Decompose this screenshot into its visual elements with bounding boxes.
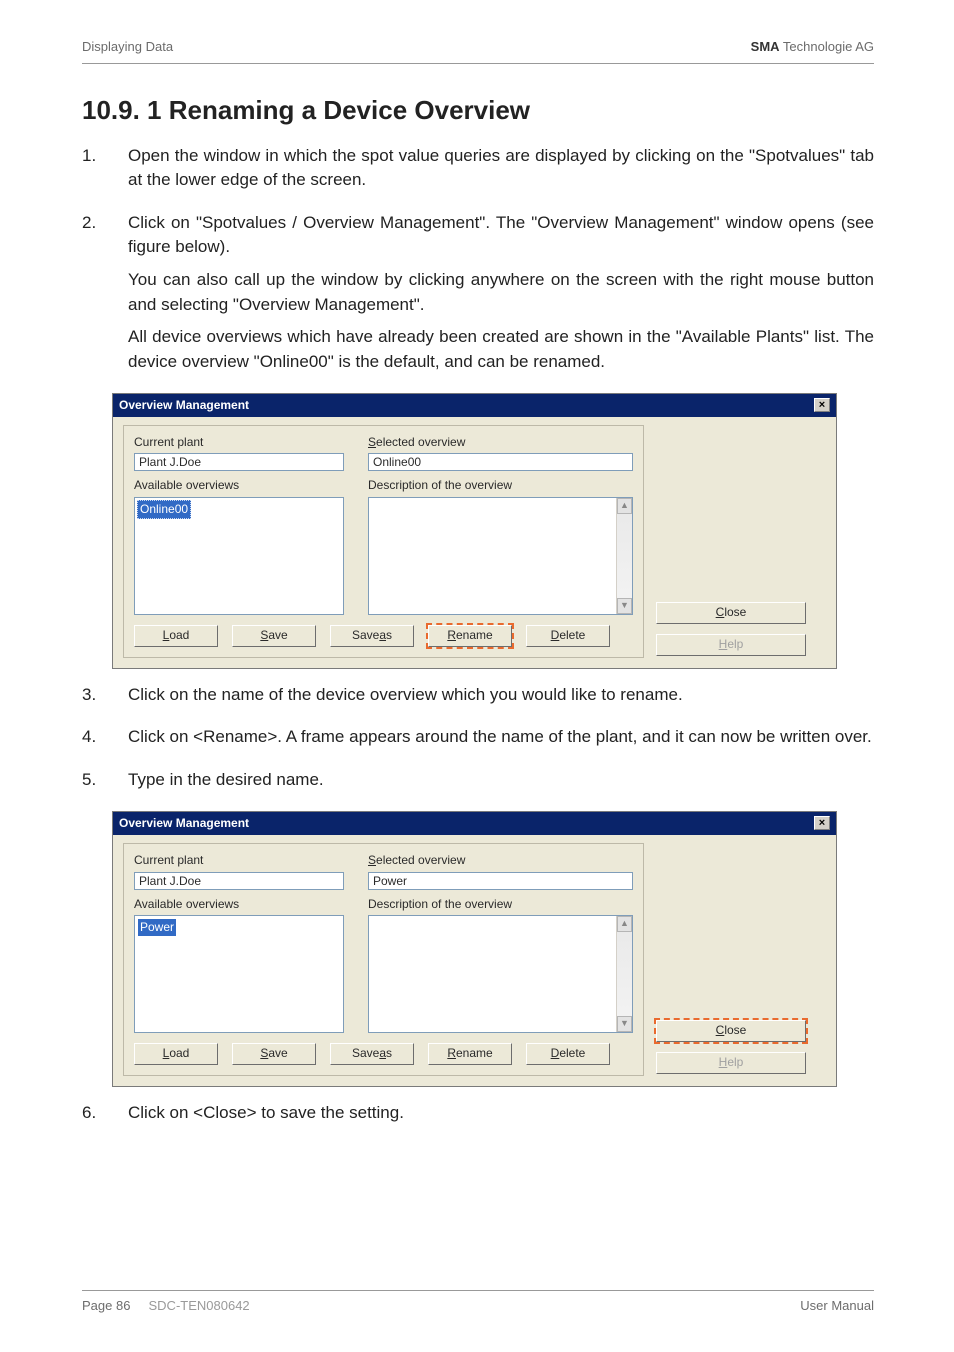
available-overviews-list[interactable]: Online00 <box>134 497 344 615</box>
selected-overview-field[interactable]: Power <box>368 872 633 890</box>
selected-overview-label: Selected overview <box>368 852 633 869</box>
current-plant-field[interactable]: Plant J.Doe <box>134 872 344 890</box>
step-text: You can also call up the window by click… <box>128 268 874 317</box>
close-button[interactable]: Close <box>656 602 806 624</box>
step-text: Click on <Rename>. A frame appears aroun… <box>128 725 874 750</box>
step-text: Click on <Close> to save the setting. <box>128 1101 874 1126</box>
step-number: 2. <box>82 211 128 383</box>
doc-id: SDC-TEN080642 <box>149 1298 250 1313</box>
save-button[interactable]: Save <box>232 1043 316 1065</box>
page-number: Page 86 <box>82 1298 130 1313</box>
step-text: Open the window in which the spot value … <box>128 144 874 193</box>
running-header: Displaying Data SMA Technologie AG <box>82 38 874 57</box>
header-left: Displaying Data <box>82 38 173 57</box>
close-icon[interactable]: × <box>814 398 830 412</box>
rename-button[interactable]: Rename <box>428 1043 512 1065</box>
header-rule <box>82 63 874 64</box>
step-text: Click on the name of the device overview… <box>128 683 874 708</box>
description-label: Description of the overview <box>368 477 633 494</box>
save-as-button[interactable]: Save as <box>330 625 414 647</box>
scrollbar[interactable]: ▲ ▼ <box>616 498 632 614</box>
save-as-button[interactable]: Save as <box>330 1043 414 1065</box>
list-item-editing[interactable]: Power <box>137 918 177 937</box>
step-number: 1. <box>82 144 128 201</box>
list-item[interactable]: Online00 <box>137 500 191 519</box>
description-textarea[interactable]: ▲ ▼ <box>368 915 633 1033</box>
save-button[interactable]: Save <box>232 625 316 647</box>
selected-overview-field[interactable]: Online00 <box>368 453 633 471</box>
delete-button[interactable]: Delete <box>526 625 610 647</box>
close-button[interactable]: Close <box>656 1020 806 1042</box>
steps-list: 6. Click on <Close> to save the setting. <box>82 1101 874 1134</box>
scroll-down-icon[interactable]: ▼ <box>617 598 632 614</box>
scroll-down-icon[interactable]: ▼ <box>617 1016 632 1032</box>
running-footer: Page 86 SDC-TEN080642 User Manual <box>82 1290 874 1316</box>
scroll-up-icon[interactable]: ▲ <box>617 916 632 932</box>
scrollbar[interactable]: ▲ ▼ <box>616 916 632 1032</box>
dialog-titlebar[interactable]: Overview Management × <box>113 812 836 835</box>
available-overviews-label: Available overviews <box>134 477 344 494</box>
step-text: Type in the desired name. <box>128 768 874 793</box>
description-label: Description of the overview <box>368 896 633 913</box>
overview-management-dialog: Overview Management × Current plant Plan… <box>112 393 837 669</box>
step-number: 6. <box>82 1101 128 1134</box>
close-icon[interactable]: × <box>814 816 830 830</box>
current-plant-label: Current plant <box>134 434 344 451</box>
step-number: 4. <box>82 725 128 758</box>
footer-right: User Manual <box>800 1297 874 1316</box>
header-right: SMA Technologie AG <box>751 38 874 57</box>
selected-overview-label: Selected overview <box>368 434 633 451</box>
section-heading: 10.9. 1 Renaming a Device Overview <box>82 92 874 130</box>
help-button[interactable]: Help <box>656 1052 806 1074</box>
delete-button[interactable]: Delete <box>526 1043 610 1065</box>
description-textarea[interactable]: ▲ ▼ <box>368 497 633 615</box>
step-number: 5. <box>82 768 128 801</box>
steps-list: 1. Open the window in which the spot val… <box>82 144 874 383</box>
available-overviews-label: Available overviews <box>134 896 344 913</box>
available-overviews-list[interactable]: Power <box>134 915 344 1033</box>
current-plant-label: Current plant <box>134 852 344 869</box>
current-plant-field[interactable]: Plant J.Doe <box>134 453 344 471</box>
rename-button[interactable]: Rename <box>428 625 512 647</box>
load-button[interactable]: Load <box>134 1043 218 1065</box>
dialog-title: Overview Management <box>119 815 249 832</box>
step-number: 3. <box>82 683 128 716</box>
step-text: All device overviews which have already … <box>128 325 874 374</box>
dialog-title: Overview Management <box>119 397 249 414</box>
load-button[interactable]: Load <box>134 625 218 647</box>
scroll-up-icon[interactable]: ▲ <box>617 498 632 514</box>
step-text: Click on "Spotvalues / Overview Manageme… <box>128 211 874 260</box>
overview-management-dialog: Overview Management × Current plant Plan… <box>112 811 837 1087</box>
help-button[interactable]: Help <box>656 634 806 656</box>
steps-list: 3. Click on the name of the device overv… <box>82 683 874 801</box>
dialog-titlebar[interactable]: Overview Management × <box>113 394 836 417</box>
